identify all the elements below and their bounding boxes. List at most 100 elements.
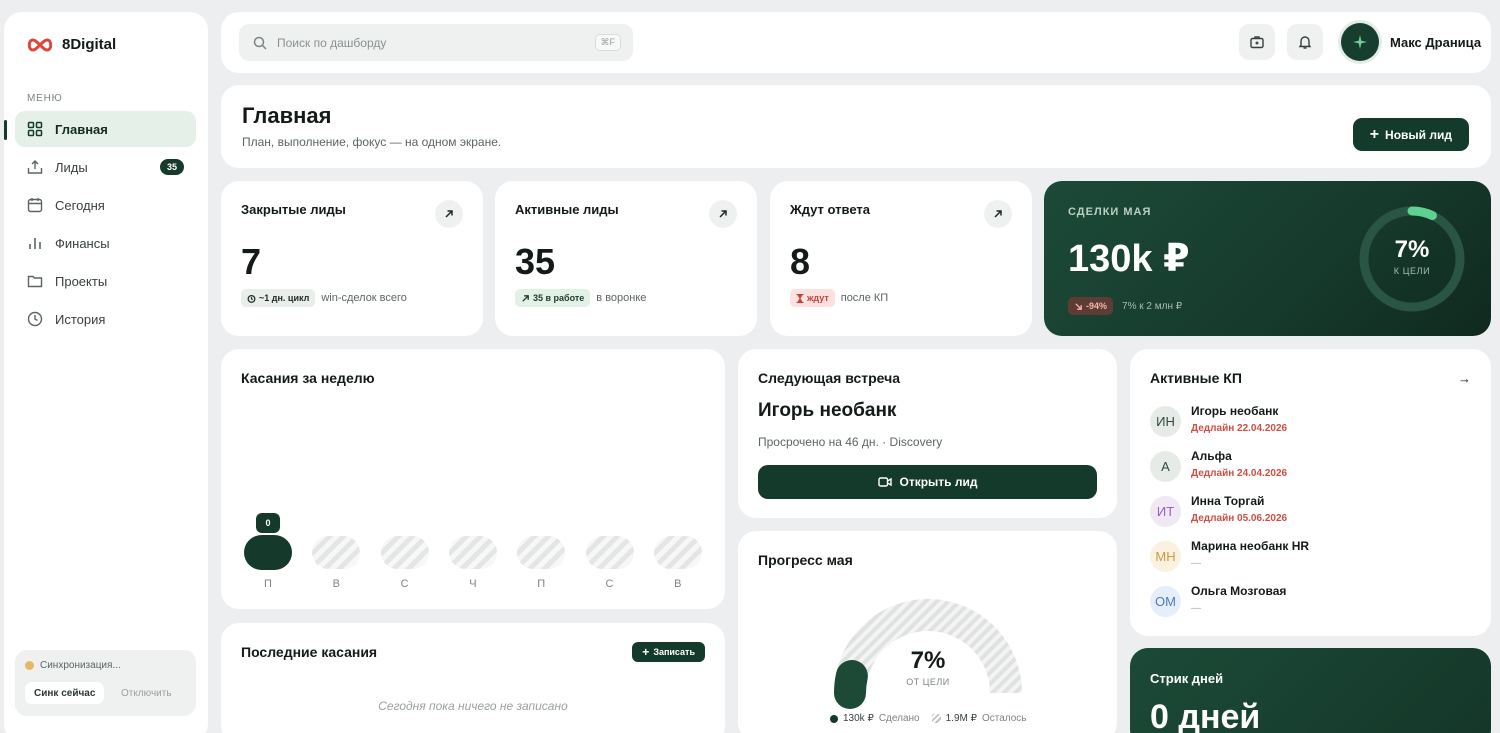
trend-up-icon [522, 294, 529, 302]
sidebar-item-today[interactable]: Сегодня [15, 187, 196, 223]
sidebar-item-label: Проекты [55, 273, 108, 289]
bar-shape [653, 536, 702, 569]
proposal-contact: Альфа [1191, 449, 1232, 463]
deals-label: СДЕЛКИ МАЯ [1068, 206, 1152, 218]
stat-note: win-сделок всего [321, 292, 407, 304]
day-label: С [400, 578, 409, 590]
sidebar-item-finance[interactable]: Финансы [15, 225, 196, 261]
bar-shape [585, 536, 634, 569]
folder-icon [27, 273, 43, 289]
stat-value: 8 [790, 241, 811, 282]
deals-ring-percent: 7% [1394, 236, 1430, 263]
proposal-row[interactable]: ИТ Инна Торгай Дедлайн 05.06.2026 [1150, 494, 1470, 534]
proposal-contact: Ольга Мозговая [1191, 584, 1287, 598]
trend-down-icon [1075, 302, 1082, 310]
proposal-deadline: Дедлайн 05.06.2026 [1191, 513, 1288, 524]
recent-touches-card: Последние касания + Записать Сегодня пок… [221, 623, 725, 733]
sidebar-item-projects[interactable]: Проекты [15, 263, 196, 299]
deals-note: 7% к 2 млн ₽ [1122, 300, 1183, 312]
record-label: Записать [653, 647, 695, 657]
active-proposals-title: Активные КП [1150, 370, 1242, 386]
search-input[interactable]: Поиск по дашборду ⌘F [239, 24, 633, 61]
avatar: ИН [1150, 406, 1181, 437]
recent-touches-title: Последние касания [241, 644, 378, 660]
sync-status-text: Синхронизация... [40, 660, 121, 671]
search-placeholder: Поиск по дашборду [277, 35, 387, 50]
day-label: П [264, 578, 272, 590]
active-indicator [4, 120, 7, 140]
proposal-deadline: Дедлайн 22.04.2026 [1191, 423, 1288, 434]
active-proposals-card: Активные КП → ИН Игорь необанк Дедлайн 22.… [1130, 349, 1491, 636]
bar-shape [244, 535, 292, 570]
proposal-row[interactable]: А Альфа Дедлайн 24.04.2026 [1150, 449, 1470, 489]
left-value: 1.9M ₽ [945, 713, 977, 724]
leads-count-badge: 35 [159, 159, 184, 175]
stat-value: 7 [241, 241, 262, 282]
proposal-row[interactable]: МН Марина необанк HR — [1150, 539, 1470, 579]
cycle-pill: ~1 дн. цикл [241, 289, 316, 307]
sidebar-item-label: Сегодня [55, 197, 105, 213]
avatar: ИТ [1150, 496, 1181, 527]
stat-title: Закрытые лиды [241, 202, 346, 217]
record-touch-button[interactable]: + Записать [632, 642, 705, 662]
hourglass-icon [796, 293, 804, 303]
toolbox-button[interactable] [1239, 24, 1275, 60]
open-closed-leads-button[interactable] [435, 200, 463, 228]
pill-label: ждут [807, 293, 829, 303]
deals-card[interactable]: СДЕЛКИ МАЯ 130k ₽ -94% 7% к 2 млн ₽ 7% К… [1044, 181, 1491, 336]
next-meeting-card: Следующая встреча Игорь необанк Просроче… [738, 349, 1117, 518]
page-title: Главная [242, 103, 332, 128]
open-awaiting-button[interactable] [984, 200, 1012, 228]
stat-footer: ждут после КП [790, 289, 888, 307]
page-subtitle: План, выполнение, фокус — на одном экран… [242, 135, 502, 149]
sparkle-icon [1353, 35, 1367, 49]
sync-panel: Синхронизация... Синк сейчас Отключить [15, 650, 196, 716]
meeting-status: Просрочено на 46 дн. · Discovery [758, 435, 943, 449]
open-lead-button[interactable]: Открыть лид [758, 465, 1097, 499]
stat-card-active-leads: Активные лиды 35 35 в работе в воронке [495, 181, 757, 336]
plus-icon: + [1369, 125, 1380, 143]
streak-title: Стрик дней [1150, 671, 1224, 686]
next-meeting-title: Следующая встреча [758, 370, 901, 386]
search-shortcut: ⌘F [594, 34, 621, 51]
monthly-progress-title: Прогресс мая [758, 552, 853, 568]
proposal-deadline: Дедлайн 24.04.2026 [1191, 468, 1288, 479]
new-lead-button[interactable]: + Новый лид [1352, 118, 1469, 151]
stat-card-closed-leads: Закрытые лиды 7 ~1 дн. цикл win-сделок в… [221, 181, 483, 336]
stat-footer: ~1 дн. цикл win-сделок всего [241, 289, 407, 307]
sync-status: Синхронизация... [25, 660, 121, 671]
arrow-right-icon[interactable]: → [1458, 371, 1471, 386]
weekly-touches-card: Касания за неделю 0 П В С Ч П С В [221, 349, 725, 609]
proposal-row[interactable]: ИН Игорь необанк Дедлайн 22.04.2026 [1150, 404, 1470, 444]
streak-value: 0 дней [1150, 698, 1261, 733]
stat-value: 35 [515, 241, 556, 282]
sidebar-item-history[interactable]: История [15, 301, 196, 337]
bar-value-tooltip: 0 [256, 513, 280, 533]
sync-status-dot-icon [25, 661, 34, 670]
deals-change-pill: -94% [1068, 297, 1114, 315]
proposal-row[interactable]: ОМ Ольга Мозговая — [1150, 584, 1470, 624]
disable-sync-button[interactable]: Отключить [121, 688, 172, 699]
sidebar-item-home[interactable]: Главная [15, 111, 196, 147]
stat-note: после КП [840, 292, 889, 304]
user-name[interactable]: Макс Драница [1390, 35, 1481, 50]
waiting-pill: ждут [790, 289, 835, 307]
progress-percent: 7% [910, 647, 946, 674]
topbar: Поиск по дашборду ⌘F Макс Драница [221, 12, 1491, 73]
bar-shape [448, 536, 497, 569]
infinity-logo-icon [27, 37, 53, 52]
in-work-pill: 35 в работе [515, 289, 591, 307]
weekly-bars: 0 П В С Ч П С В [244, 511, 704, 591]
sync-now-button[interactable]: Синк сейчас [25, 682, 105, 704]
logo[interactable]: 8Digital [26, 36, 116, 53]
bar-shape [517, 536, 566, 569]
open-active-leads-button[interactable] [709, 200, 737, 228]
sidebar-item-leads[interactable]: Лиды 35 [15, 149, 196, 185]
user-avatar[interactable] [1341, 23, 1379, 61]
progress-label: ОТ ЦЕЛИ [906, 677, 950, 687]
pill-label: ~1 дн. цикл [259, 293, 310, 303]
notifications-button[interactable] [1287, 24, 1323, 60]
deals-ring-label: К ЦЕЛИ [1393, 266, 1431, 276]
stat-title: Ждут ответа [790, 202, 870, 217]
legend-done: 130k ₽ Сделано [830, 713, 920, 724]
